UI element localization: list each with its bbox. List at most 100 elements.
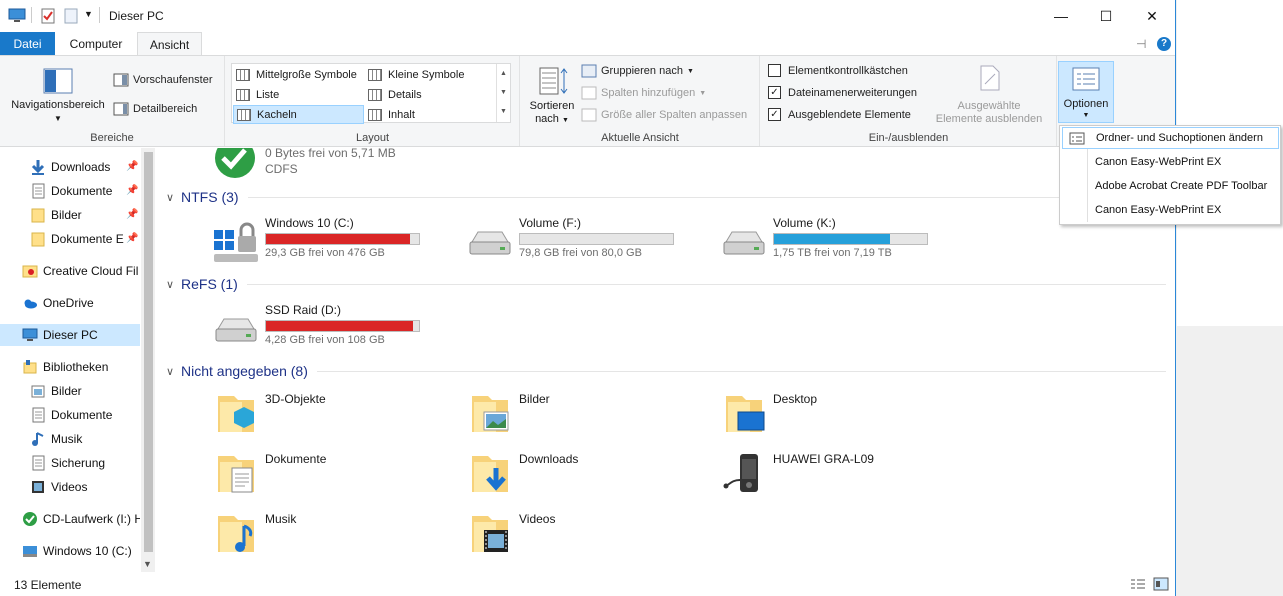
nav-scrollbar-thumb[interactable] [144,152,153,552]
menu-item-canon-1[interactable]: Canon Easy-WebPrint EX [1062,151,1279,173]
checkbox-checked[interactable]: ✓ [768,86,781,99]
nav-creative-cloud[interactable]: Creative Cloud Fil [22,260,138,282]
pin-ribbon-icon[interactable]: ⊣ [1136,37,1146,51]
windows-drive-icon [214,222,258,262]
menu-item-canon-2[interactable]: Canon Easy-WebPrint EX [1062,199,1279,221]
hide-selected-button[interactable]: Ausgewählte Elemente ausblenden [929,64,1049,128]
drive-usage-fill [774,234,891,244]
layout-small-icons[interactable]: Kleine Symbole [365,65,495,84]
nav-lib-sicherung[interactable]: Sicherung [30,452,105,474]
group-by-button[interactable]: Gruppieren nach ▼ [581,64,694,78]
layout-list[interactable]: Liste [233,85,363,104]
pin-icon[interactable]: 📌 [126,185,138,196]
checkbox-unchecked[interactable] [768,64,781,77]
nav-bibliotheken[interactable]: Bibliotheken [22,356,108,378]
group-bereiche: Navigationsbereich ▼ Vorschaufenster Det… [0,56,225,146]
close-button[interactable]: ✕ [1129,0,1175,32]
customize-quick-access-icon[interactable]: ▼ [84,9,93,25]
folder-downloads[interactable]: Downloads [466,450,716,502]
tab-datei[interactable]: Datei [0,32,55,56]
pictures-folder-icon [472,396,509,432]
drive-tile[interactable]: SSD Raid (D:) 4,28 GB frei von 108 GB [212,303,452,353]
section-nicht-angegeben[interactable]: ∨ Nicht angegeben (8) [166,362,1166,380]
pin-icon[interactable]: 📌 [126,161,138,172]
nav-windows-10[interactable]: Windows 10 (C:) [22,540,132,562]
pin-icon[interactable]: 📌 [126,209,138,220]
nav-lib-bilder[interactable]: Bilder [30,380,82,402]
computer-icon [8,8,26,22]
options-label: Optionen [1063,98,1109,110]
preview-pane-button[interactable]: Vorschaufenster [113,73,213,87]
add-columns-label: Spalten hinzufügen [601,87,696,99]
layout-tiles[interactable]: Kacheln [233,105,364,124]
close-icon: ✕ [1146,7,1158,24]
onedrive-icon [24,299,37,309]
drive-usage-bar [265,233,420,245]
section-ntfs[interactable]: ∨ NTFS (3) [166,188,1166,206]
nav-dokumente-e[interactable]: Dokumente E [30,228,124,250]
properties-icon[interactable] [41,8,55,24]
layout-scroll[interactable]: ▲ ▼ ▼ [496,64,510,122]
section-title: Nicht angegeben (8) [181,363,308,379]
folder-3d-objekte[interactable]: 3D-Objekte [212,390,462,442]
sort-by-button[interactable]: Sortieren nach ▼ [526,63,578,129]
folder-name: Dokumente [265,452,327,466]
nav-lib-dokumente[interactable]: Dokumente [30,404,112,426]
folder-musik[interactable]: Musik [212,510,462,562]
minimize-button[interactable]: — [1038,0,1084,32]
new-folder-icon[interactable] [64,8,78,24]
tab-computer[interactable]: Computer [57,32,135,56]
scroll-up-icon[interactable]: ▲ [497,64,510,83]
pin-icon[interactable]: 📌 [126,233,138,244]
drive-tile[interactable]: Volume (F:) 79,8 GB frei von 80,0 GB [466,216,706,266]
nav-bilder[interactable]: Bilder [30,204,82,226]
drive-tile[interactable]: Volume (K:) 1,75 TB frei von 7,19 TB [720,216,960,266]
drive-usage-bar [265,320,420,332]
nav-downloads[interactable]: Downloads [30,156,110,178]
menu-item-acrobat[interactable]: Adobe Acrobat Create PDF Toolbar [1062,175,1279,197]
nav-label: Dokumente [51,184,113,198]
nav-lib-musik[interactable]: Musik [30,428,82,450]
navigation-pane-button[interactable]: Navigationsbereich ▼ [6,64,110,128]
fit-columns-button[interactable]: Größe aller Spalten anpassen [581,108,747,122]
tab-ansicht[interactable]: Ansicht [137,32,202,56]
details-view-icon[interactable] [1130,578,1146,591]
checkbox-checked[interactable]: ✓ [768,108,781,121]
layout-details[interactable]: Details [365,85,495,104]
help-icon[interactable]: ? [1157,37,1171,51]
tiles-view-icon[interactable] [1153,577,1169,591]
hidden-items-toggle[interactable]: ✓ Ausgeblendete Elemente [768,108,911,121]
minimize-icon: — [1054,8,1068,24]
layout-content[interactable]: Inhalt [365,105,495,124]
documents-icon [32,183,45,199]
maximize-button[interactable]: ☐ [1083,0,1129,32]
expand-gallery-icon[interactable]: ▼ [497,102,510,121]
scroll-down-icon[interactable]: ▼ [497,83,510,102]
fit-columns-label: Größe aller Spalten anpassen [601,109,748,121]
menu-item-folder-options[interactable]: Ordner- und Suchoptionen ändern [1062,127,1279,149]
nav-cd-drive[interactable]: CD-Laufwerk (I:) H [22,508,140,530]
drive-free-space: 29,3 GB frei von 476 GB [265,247,385,259]
item-checkboxes-toggle[interactable]: Elementkontrollkästchen [768,64,908,77]
folder-videos[interactable]: Videos [466,510,716,562]
add-columns-button[interactable]: Spalten hinzufügen ▼ [581,86,706,100]
window-title: Dieser PC [109,9,164,23]
section-refs[interactable]: ∨ ReFS (1) [166,275,1166,293]
folder-dokumente[interactable]: Dokumente [212,450,462,502]
extensions-toggle[interactable]: ✓ Dateinamenerweiterungen [768,86,917,99]
nav-dokumente[interactable]: Dokumente [30,180,112,202]
layout-gallery: Mittelgroße Symbole Kleine Symbole Liste… [231,63,511,124]
drive-tile[interactable]: Windows 10 (C:) 29,3 GB frei von 476 GB [212,216,452,266]
nav-dieser-pc[interactable]: Dieser PC [0,324,140,346]
drive-usage-fill [266,321,413,331]
layout-medium-icons[interactable]: Mittelgroße Symbole [233,65,363,84]
folder-desktop[interactable]: Desktop [720,390,970,442]
scroll-down-icon[interactable]: ▼ [143,559,152,569]
device-huawei[interactable]: HUAWEI GRA-L09 [720,450,970,502]
layout-label: Kleine Symbole [388,68,465,81]
details-pane-button[interactable]: Detailbereich [113,102,197,116]
folder-bilder[interactable]: Bilder [466,390,716,442]
nav-onedrive[interactable]: OneDrive [22,292,94,314]
options-button[interactable]: Optionen ▼ [1058,61,1114,123]
nav-lib-videos[interactable]: Videos [30,476,87,498]
